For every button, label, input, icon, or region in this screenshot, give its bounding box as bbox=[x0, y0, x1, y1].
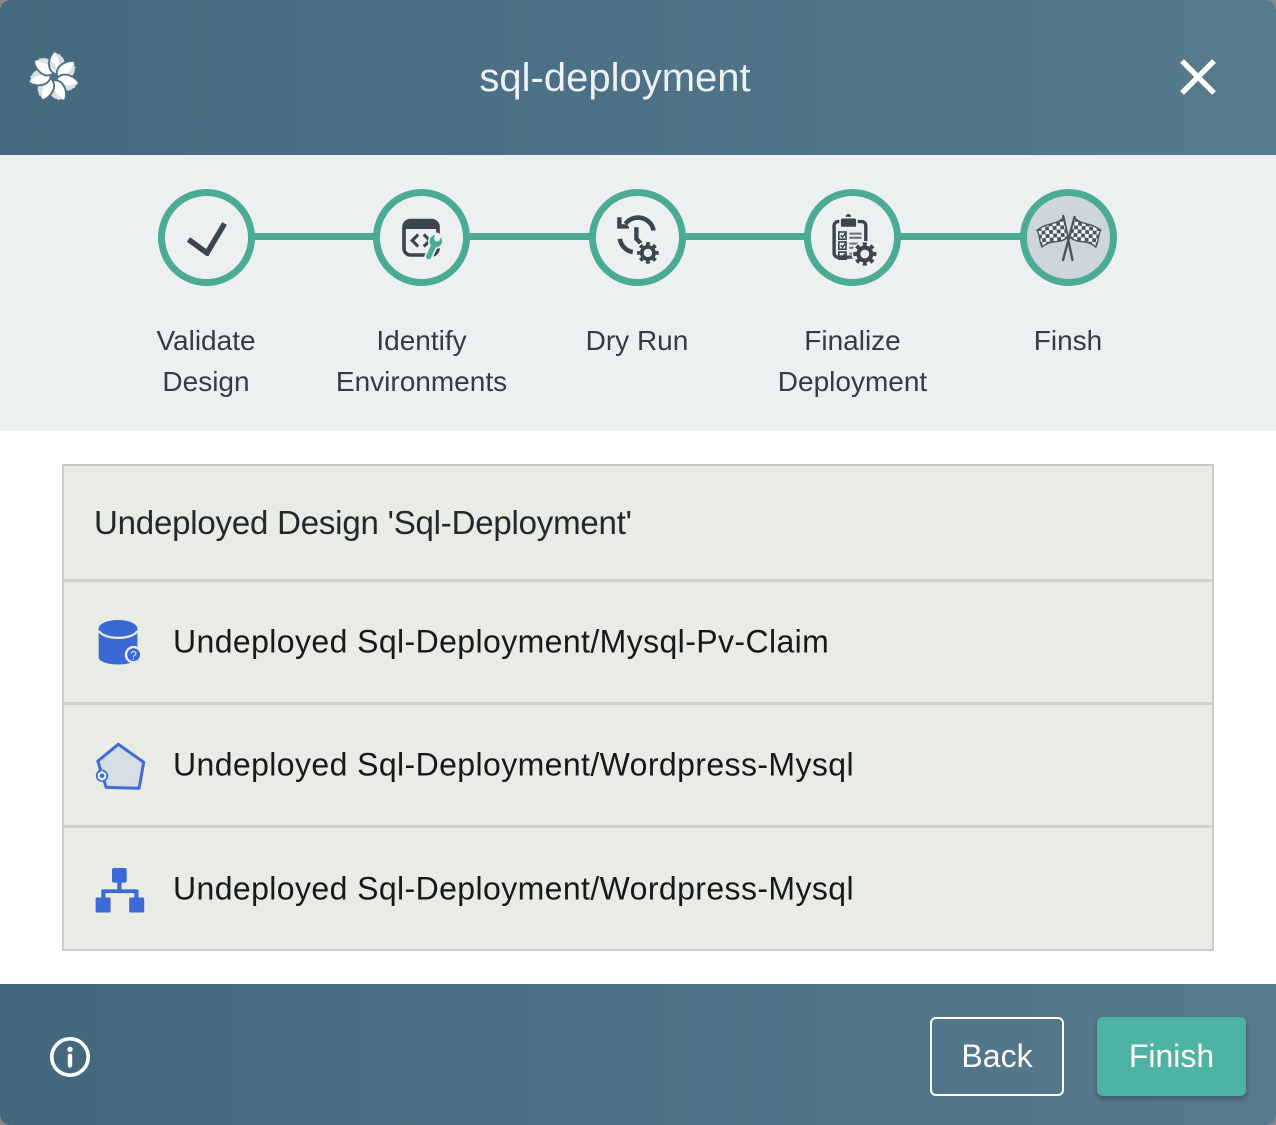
svg-text:?: ? bbox=[130, 651, 136, 663]
